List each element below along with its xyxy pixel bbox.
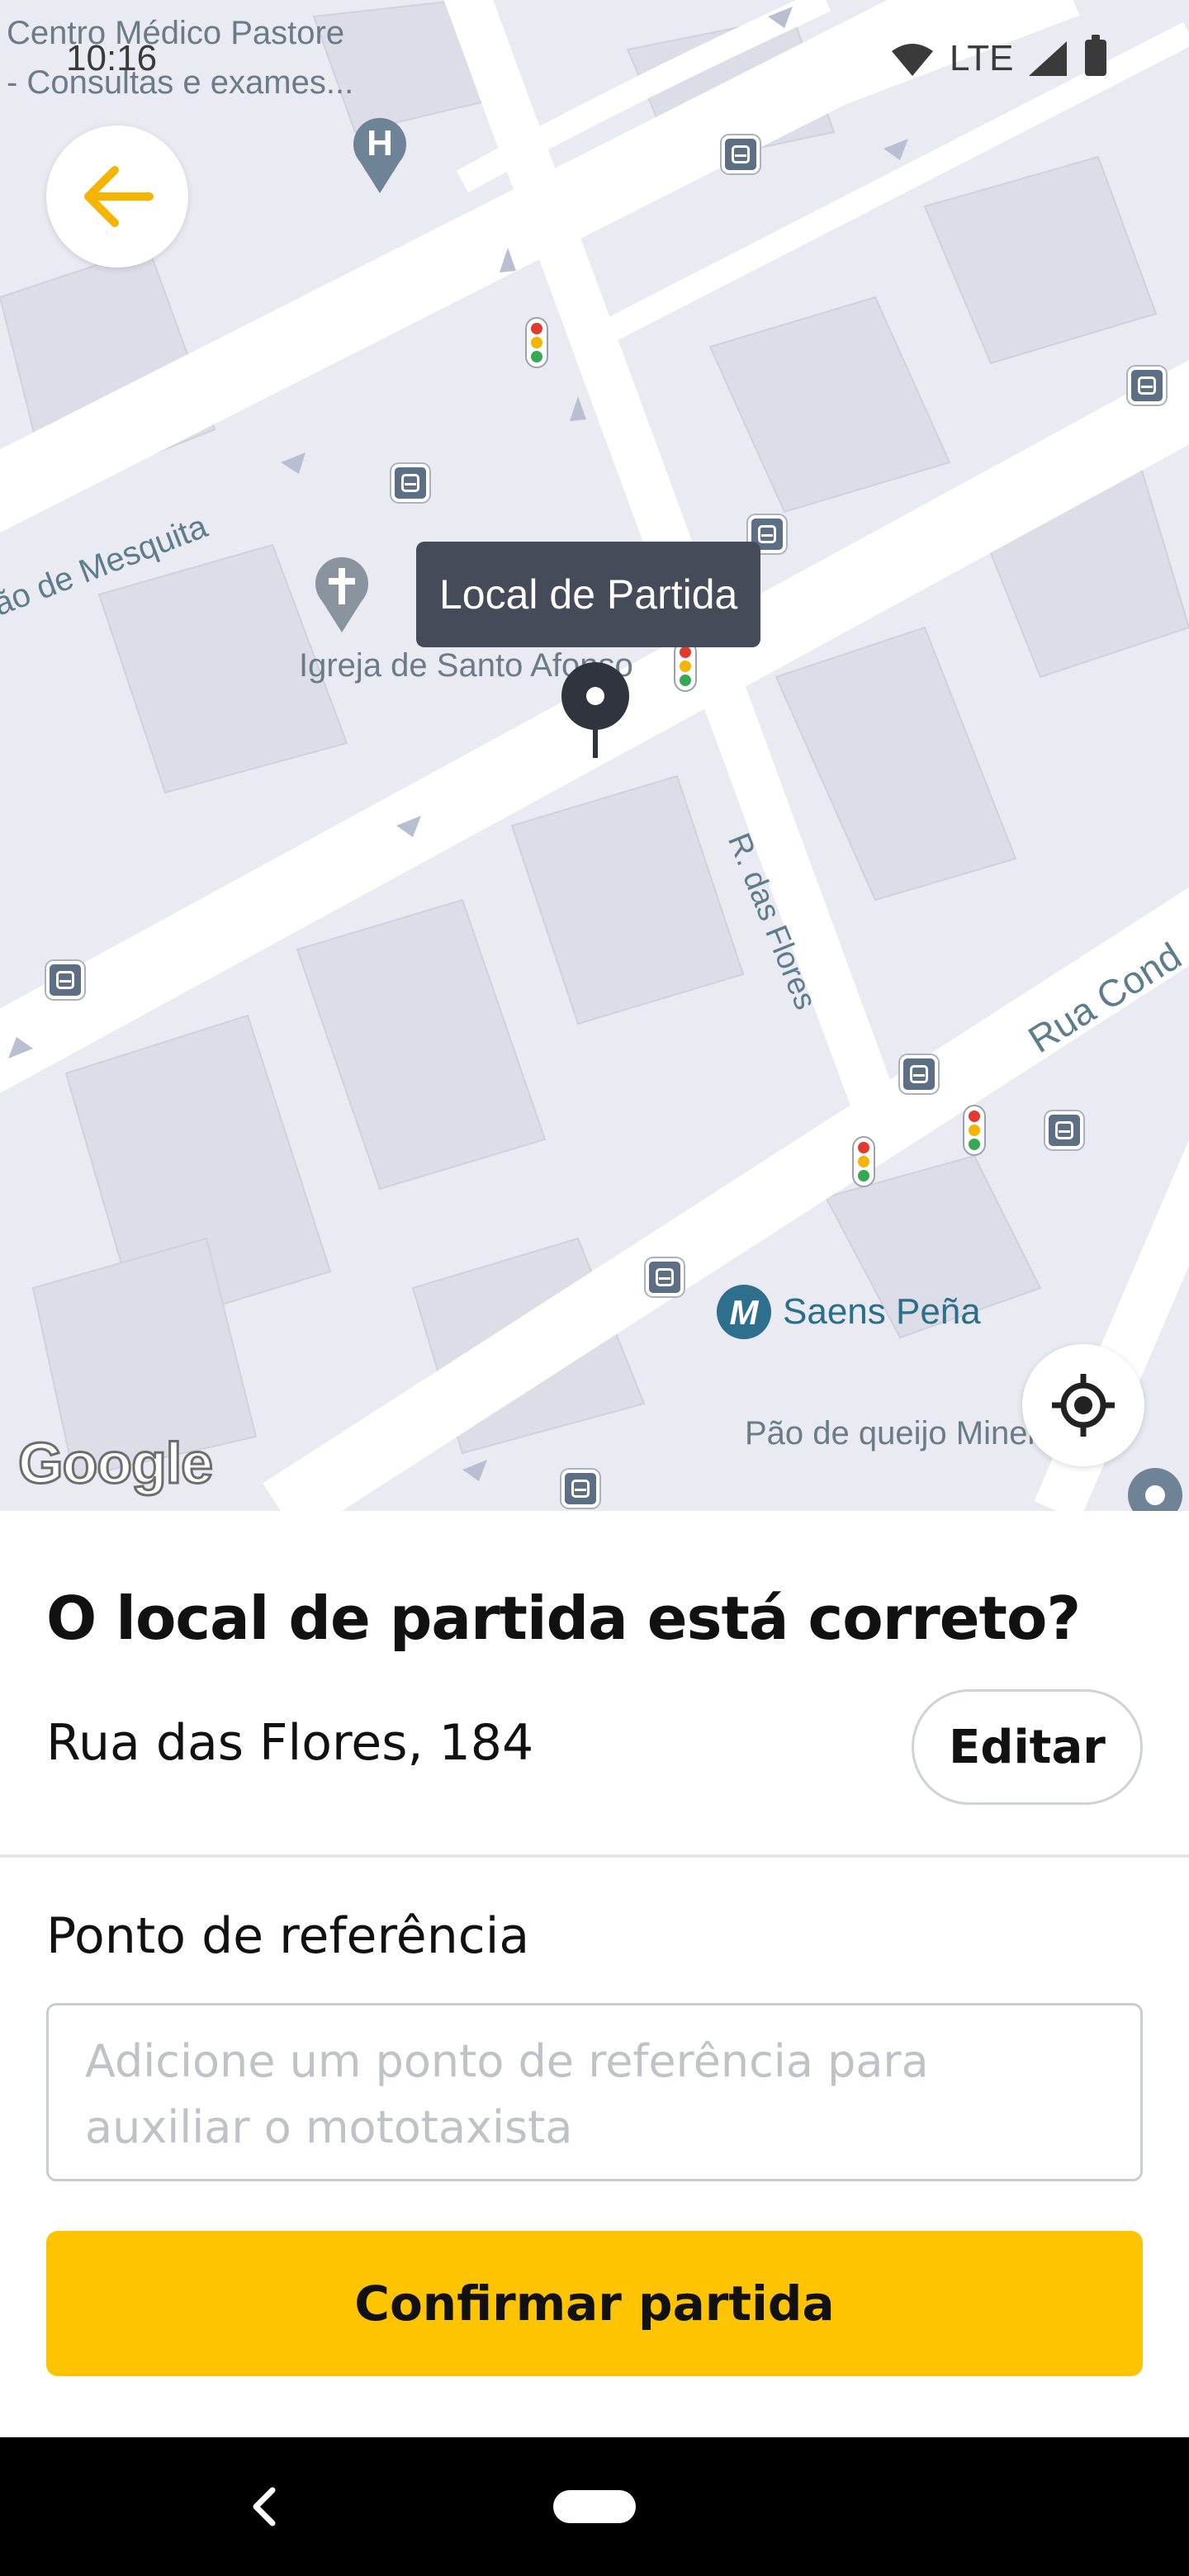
- back-button[interactable]: [46, 125, 188, 268]
- status-time: 10:16: [66, 38, 158, 78]
- arrow-left-icon: [84, 166, 154, 227]
- pickup-confirmation-sheet: O local de partida está correto? Rua das…: [0, 1511, 1189, 2437]
- bus-stop-icon: [1128, 367, 1166, 405]
- home-pill[interactable]: [553, 2490, 636, 2523]
- system-nav-bar: [0, 2437, 1189, 2576]
- wifi-icon: [892, 44, 933, 76]
- location-pin-icon[interactable]: [560, 661, 631, 760]
- network-type: LTE: [950, 38, 1014, 78]
- svg-text:M: M: [730, 1293, 760, 1332]
- signal-icon: [1029, 41, 1067, 76]
- pickup-tooltip: Local de Partida: [416, 542, 761, 647]
- traffic-light-icon: [525, 317, 548, 368]
- bus-stop-icon: [722, 135, 760, 173]
- chevron-left-icon[interactable]: [248, 2484, 281, 2530]
- google-attribution-logo: Google: [17, 1430, 214, 1497]
- poi-label-medical-center: Centro Médico Pastore: [7, 15, 345, 51]
- bus-stop-icon: [900, 1055, 938, 1093]
- bus-stop-icon: [1045, 1111, 1083, 1149]
- bus-stop-icon: [646, 1258, 684, 1296]
- sheet-title: O local de partida está correto?: [46, 1584, 1081, 1653]
- reference-point-input[interactable]: Adicione um ponto de referência para aux…: [46, 2003, 1143, 2181]
- church-icon: [315, 556, 368, 632]
- crosshair-icon: [1052, 1374, 1115, 1437]
- confirm-pickup-button[interactable]: Confirmar partida: [46, 2231, 1143, 2376]
- my-location-button[interactable]: [1022, 1344, 1144, 1466]
- bus-stop-icon: [561, 1470, 599, 1508]
- poi-marker-icon: [1128, 1468, 1182, 1511]
- edit-address-button[interactable]: Editar: [912, 1689, 1143, 1805]
- map-view[interactable]: Centro Médico Pastore - Consultas e exam…: [0, 0, 1189, 1511]
- hospital-icon: H: [353, 117, 406, 193]
- bus-stop-icon: [391, 464, 429, 502]
- poi-label-metro: Saens Peña: [783, 1291, 981, 1332]
- reference-point-label: Ponto de referência: [46, 1907, 530, 1965]
- poi-label-medical-center-line2: - Consultas e exames...: [7, 64, 354, 101]
- battery-icon: [1085, 35, 1106, 76]
- traffic-light-icon: [852, 1136, 875, 1187]
- svg-text:H: H: [367, 123, 393, 163]
- traffic-light-icon: [963, 1105, 986, 1156]
- traffic-light-icon: [674, 641, 697, 692]
- bus-stop-icon: [46, 961, 84, 999]
- divider: [0, 1854, 1189, 1858]
- metro-icon: M: [717, 1285, 771, 1339]
- pickup-address: Rua das Flores, 184: [46, 1714, 534, 1772]
